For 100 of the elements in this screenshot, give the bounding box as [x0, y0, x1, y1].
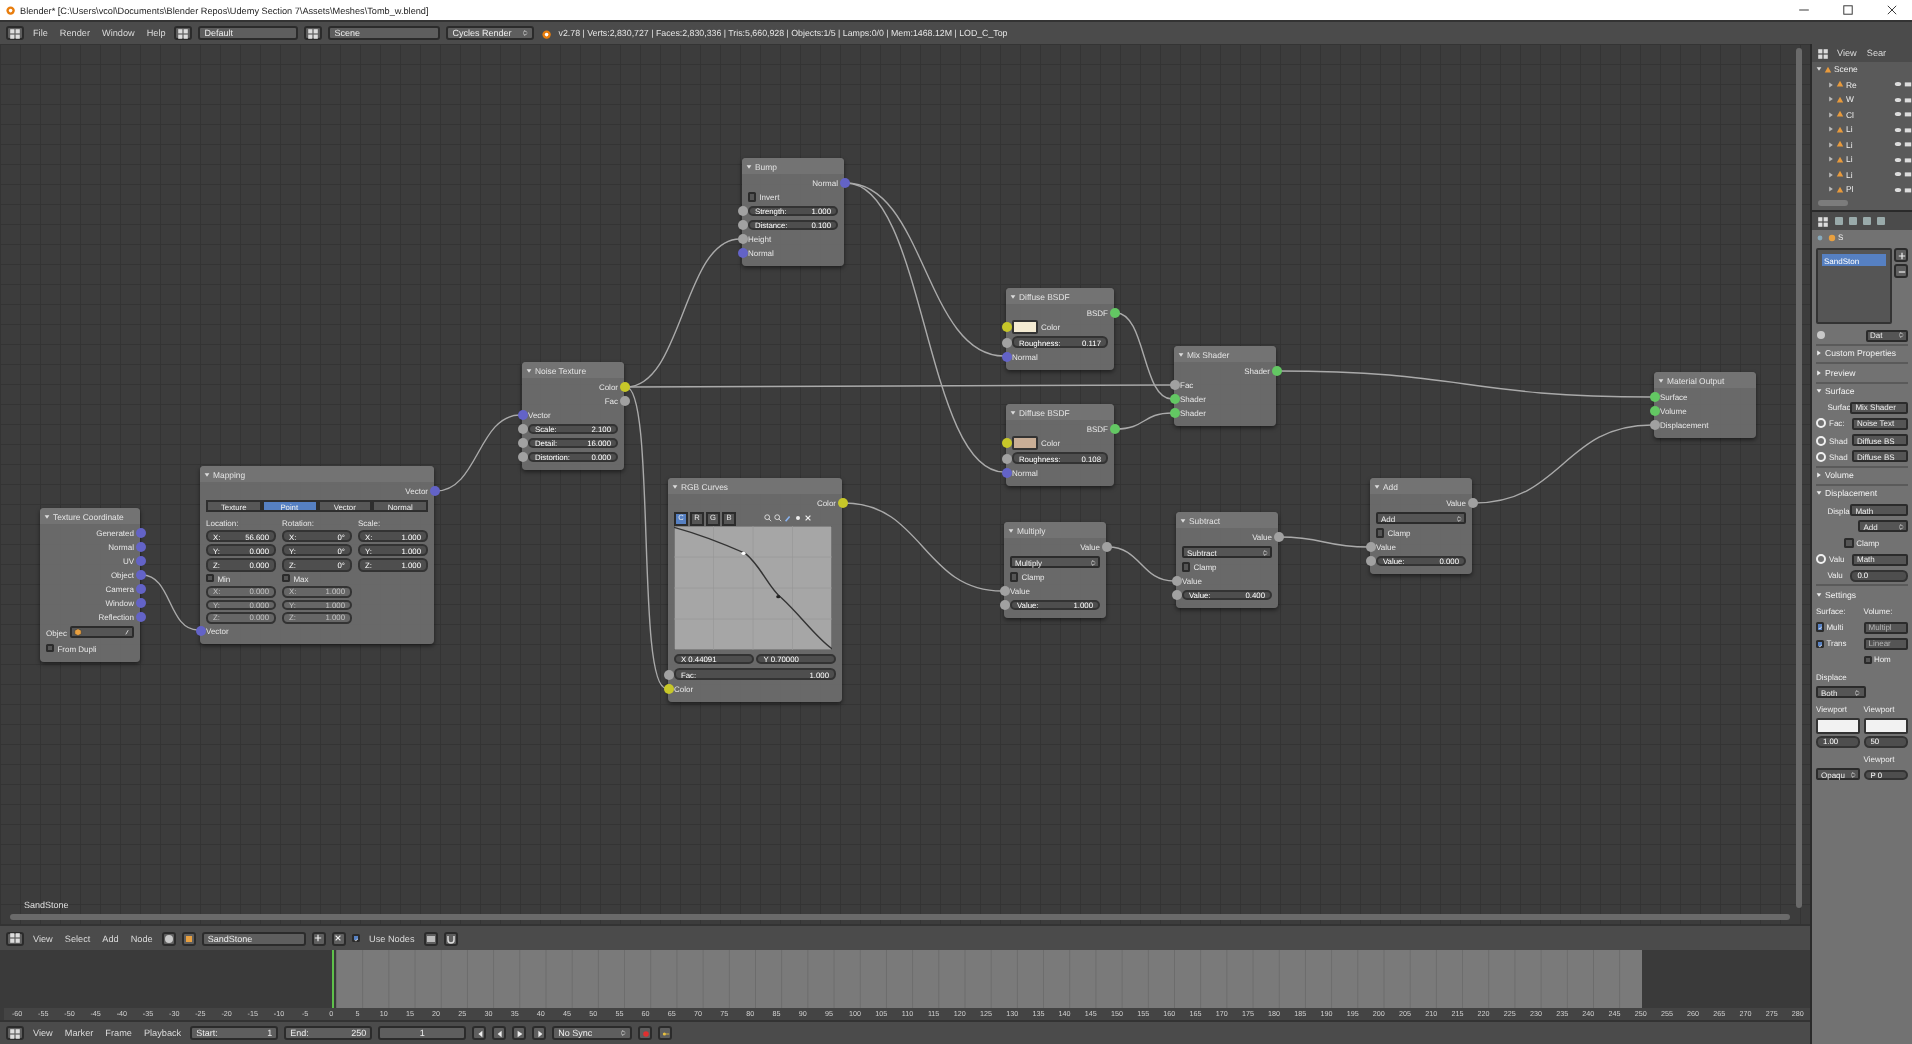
expand-arrow-icon[interactable]	[1828, 141, 1834, 148]
node[interactable]	[200, 466, 434, 643]
checkbox[interactable]	[46, 643, 55, 653]
dot-icon[interactable]	[793, 514, 801, 522]
expand-arrow-icon[interactable]	[1828, 171, 1834, 178]
node-socket[interactable]	[135, 598, 145, 608]
expand-arrow-icon[interactable]	[1828, 156, 1834, 163]
node-socket[interactable]	[135, 528, 145, 538]
node-socket[interactable]	[429, 486, 439, 496]
expand-arrow-icon[interactable]	[1828, 96, 1834, 103]
node-socket[interactable]	[135, 570, 145, 580]
checkbox[interactable]	[1182, 562, 1191, 572]
node-socket[interactable]	[135, 584, 145, 594]
checkbox[interactable]	[1376, 528, 1385, 538]
node-socket[interactable]	[619, 396, 629, 406]
checkbox[interactable]	[1863, 655, 1872, 664]
color-swatch[interactable]	[1863, 717, 1908, 734]
node-socket[interactable]	[1171, 590, 1181, 600]
shader-mode-button[interactable]	[161, 931, 176, 945]
node-socket[interactable]	[1001, 467, 1011, 477]
node-socket[interactable]	[1109, 424, 1119, 434]
node-socket[interactable]	[663, 669, 673, 679]
record-button[interactable]	[638, 1026, 653, 1040]
node-socket[interactable]	[1649, 392, 1659, 402]
node-socket[interactable]	[517, 452, 527, 462]
collapse-arrow-icon[interactable]	[746, 163, 752, 169]
link-indicator[interactable]	[1816, 435, 1826, 446]
expand-arrow-icon[interactable]	[1828, 111, 1834, 118]
object-mode-button[interactable]	[181, 931, 196, 945]
node-socket[interactable]	[1273, 532, 1283, 542]
node-editor-canvas[interactable]	[0, 44, 1810, 924]
node-socket[interactable]	[1001, 322, 1011, 333]
collapse-arrow-icon[interactable]	[1178, 351, 1184, 357]
scrollbar[interactable]	[1796, 48, 1802, 908]
editor-type-icon[interactable]	[1816, 215, 1830, 227]
collapse-arrow-icon[interactable]	[1374, 483, 1380, 489]
checkbox[interactable]	[748, 192, 757, 202]
node-socket[interactable]	[1467, 498, 1477, 508]
checkbox[interactable]	[351, 933, 361, 943]
checkbox[interactable]	[1010, 572, 1019, 582]
node-socket[interactable]	[1171, 576, 1181, 586]
remove-slot-button[interactable]	[1894, 264, 1908, 279]
scrollbar[interactable]	[1818, 200, 1848, 206]
node-socket[interactable]	[1271, 366, 1281, 376]
color-swatch[interactable]	[1816, 717, 1861, 734]
node-socket[interactable]	[135, 542, 145, 552]
playback-button[interactable]	[532, 1026, 547, 1040]
node-socket[interactable]	[1169, 408, 1179, 418]
checkbox[interactable]	[282, 574, 291, 583]
color-swatch[interactable]	[1012, 320, 1038, 335]
collapse-arrow-icon[interactable]	[1008, 527, 1014, 533]
node-socket[interactable]	[999, 586, 1009, 596]
link-indicator[interactable]	[1816, 451, 1826, 462]
playback-button[interactable]	[512, 1026, 527, 1040]
node-socket[interactable]	[1649, 420, 1659, 430]
zoom-in-icon[interactable]	[763, 514, 771, 522]
node-socket[interactable]	[517, 438, 527, 448]
collapse-arrow-icon[interactable]	[1010, 409, 1016, 415]
node-socket[interactable]	[837, 498, 847, 508]
link-indicator[interactable]	[1816, 554, 1826, 565]
node-socket[interactable]	[1169, 380, 1179, 390]
collapse-arrow-icon[interactable]	[1180, 517, 1186, 523]
node-socket[interactable]	[737, 206, 747, 216]
playback-button[interactable]	[472, 1026, 487, 1040]
expand-arrow-icon[interactable]	[1828, 186, 1834, 193]
expand-arrow-icon[interactable]	[1828, 81, 1834, 88]
node-socket[interactable]	[619, 382, 629, 392]
sphere-icon[interactable]	[1816, 330, 1826, 341]
node-socket[interactable]	[135, 556, 145, 566]
node-socket[interactable]	[1001, 453, 1011, 463]
node-socket[interactable]	[1169, 394, 1179, 404]
expand-arrow-icon[interactable]	[1816, 66, 1822, 73]
node-socket[interactable]	[1109, 308, 1119, 318]
minimize-icon[interactable]	[1798, 4, 1810, 16]
fake-user-button[interactable]	[311, 931, 326, 945]
keying-set-button[interactable]	[658, 1026, 673, 1040]
node-socket[interactable]	[737, 234, 747, 244]
checkbox[interactable]	[1844, 538, 1854, 548]
unlink-button[interactable]	[331, 931, 346, 945]
node-socket[interactable]	[517, 424, 527, 434]
node-socket[interactable]	[195, 625, 205, 635]
node-socket[interactable]	[1001, 337, 1011, 347]
link-indicator[interactable]	[1816, 418, 1826, 429]
collapse-arrow-icon[interactable]	[1658, 377, 1664, 383]
node-socket[interactable]	[663, 683, 673, 693]
backdrop-button[interactable]	[423, 931, 438, 945]
scrollbar[interactable]	[10, 914, 1790, 920]
close-icon[interactable]	[1886, 4, 1898, 16]
node-socket[interactable]	[737, 220, 747, 230]
node-socket[interactable]	[1001, 438, 1011, 449]
node-socket[interactable]	[517, 410, 527, 420]
playback-button[interactable]	[492, 1026, 507, 1040]
collapse-arrow-icon[interactable]	[44, 513, 50, 519]
object-field[interactable]	[69, 626, 134, 639]
checkbox[interactable]	[206, 574, 215, 583]
current-frame-line[interactable]	[332, 950, 335, 1008]
node-socket[interactable]	[839, 178, 849, 188]
collapse-arrow-icon[interactable]	[526, 367, 532, 373]
zoom-out-icon[interactable]	[773, 514, 781, 522]
node-socket[interactable]	[1101, 542, 1111, 552]
